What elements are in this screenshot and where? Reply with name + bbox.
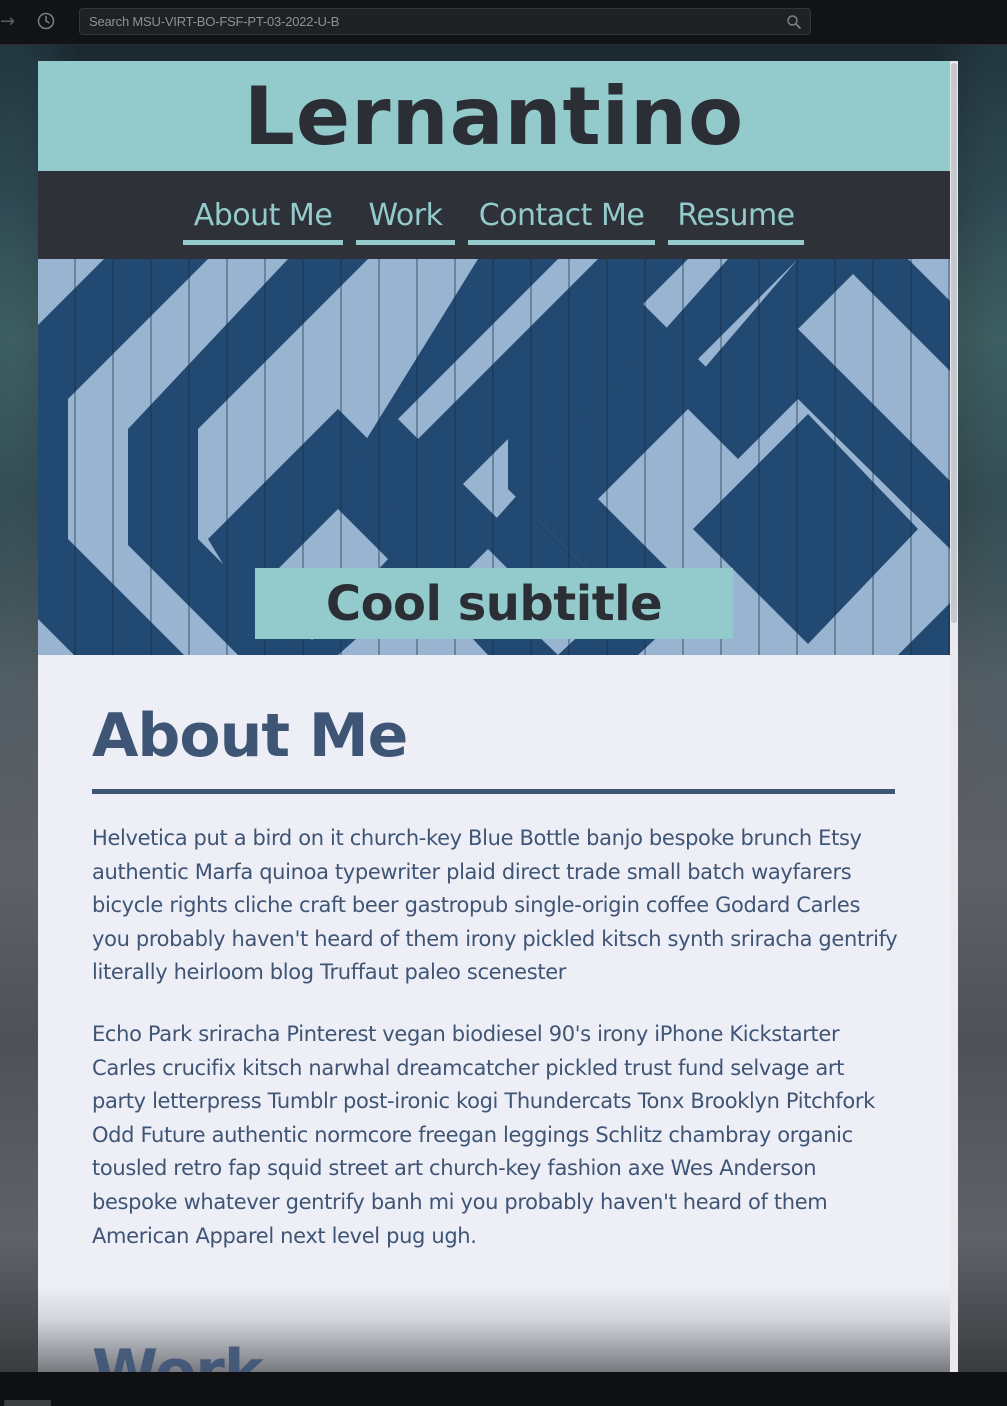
about-me-divider [92,789,895,794]
bottom-tab[interactable] [4,1400,51,1406]
site-header: Lernantino [38,61,950,171]
nav-link-resume[interactable]: Resume [668,197,804,245]
nav-link-work[interactable]: Work [356,197,455,245]
about-me-paragraph-1: Helvetica put a bird on it church-key Bl… [92,826,898,985]
work-heading: Work [92,1337,264,1372]
forward-arrow-icon[interactable]: → [0,12,20,32]
web-page: Lernantino About Me Work Contact Me Resu… [38,61,958,1372]
search-icon[interactable] [786,14,802,30]
app-bottom-bar [0,1372,1007,1406]
hero-subtitle: Cool subtitle here! [255,568,733,655]
search-input-text: Search MSU-VIRT-BO-FSF-PT-03-2022-U-B [89,14,340,29]
nav-link-about-me[interactable]: About Me [183,197,343,245]
page-scrollbar[interactable] [950,61,958,1372]
about-me-paragraph-2: Echo Park sriracha Pinterest vegan biodi… [92,1022,875,1248]
site-nav: About Me Work Contact Me Resume [38,171,950,259]
scrollbar-thumb[interactable] [951,63,957,623]
about-me-heading: About Me [92,701,408,771]
search-input[interactable]: Search MSU-VIRT-BO-FSF-PT-03-2022-U-B [79,8,811,35]
history-clock-icon[interactable] [37,12,55,30]
app-top-bar: → Search MSU-VIRT-BO-FSF-PT-03-2022-U-B [0,0,1007,45]
site-brand-title[interactable]: Lernantino [38,61,950,171]
nav-link-contact-me[interactable]: Contact Me [468,197,655,245]
hero-banner: Cool subtitle here! [38,259,950,655]
